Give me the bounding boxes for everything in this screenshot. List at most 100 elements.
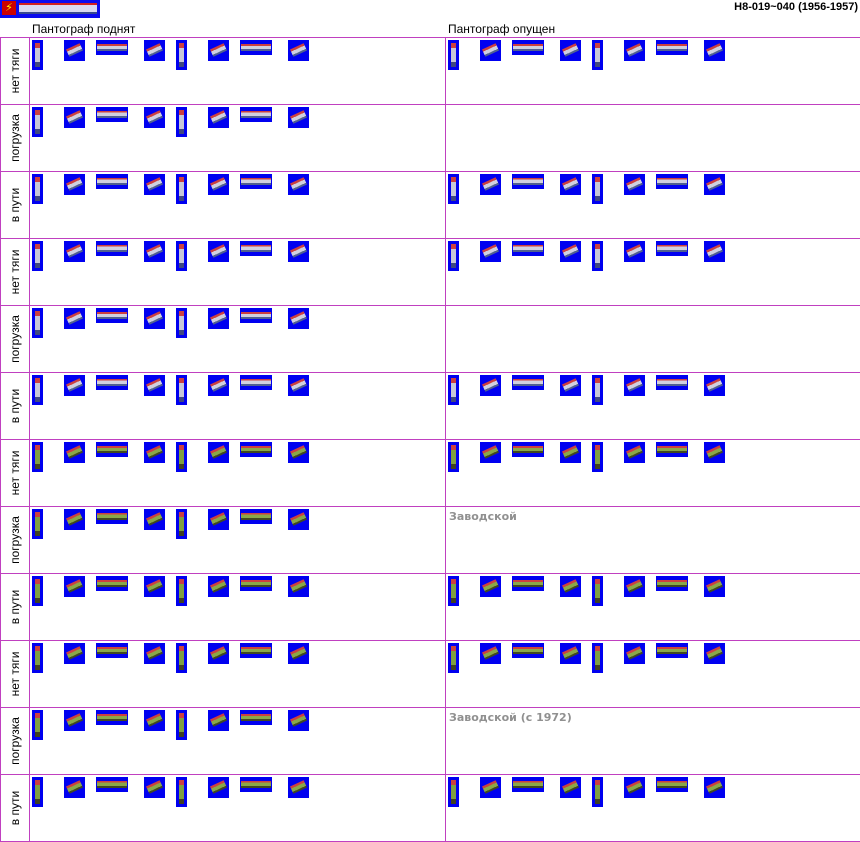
locomotive-sprite-icon xyxy=(96,710,128,725)
locomotive-sprite-icon xyxy=(96,576,128,591)
cell-pantograph-down: Заводской (с 1972) xyxy=(445,707,860,775)
locomotive-sprite-icon xyxy=(176,107,187,137)
table-row: нет тяги xyxy=(0,238,860,306)
locomotive-sprite-icon xyxy=(208,40,229,61)
locomotive-sprite-icon xyxy=(592,241,603,271)
locomotive-sprite-icon xyxy=(96,777,128,792)
locomotive-sprite-icon xyxy=(176,442,187,472)
locomotive-sprite-icon xyxy=(592,40,603,70)
row-label-cell: погрузка xyxy=(0,104,30,172)
row-label: в пути xyxy=(8,187,22,223)
sprite-strip xyxy=(32,643,442,679)
locomotive-sprite-icon xyxy=(208,509,229,530)
table-row: погрузка xyxy=(0,305,860,373)
sprite-strip xyxy=(32,576,442,612)
locomotive-sprite-icon xyxy=(32,308,43,338)
locomotive-sprite-icon xyxy=(560,174,581,195)
locomotive-sprite-icon xyxy=(144,442,165,463)
table-row: в пути xyxy=(0,774,860,842)
cell-pantograph-down xyxy=(445,774,860,842)
locomotive-sprite-icon xyxy=(64,40,85,61)
locomotive-sprite-icon xyxy=(144,174,165,195)
locomotive-sprite-icon xyxy=(560,375,581,396)
locomotive-sprite-icon xyxy=(176,174,187,204)
row-label: нет тяги xyxy=(8,651,22,697)
locomotive-sprite-icon xyxy=(208,442,229,463)
cell-pantograph-up xyxy=(29,305,446,373)
locomotive-sprite-icon xyxy=(32,643,43,673)
locomotive-sprite-icon xyxy=(704,643,725,664)
row-label: погрузка xyxy=(8,315,22,363)
cell-pantograph-up xyxy=(29,37,446,105)
sprite-strip xyxy=(32,40,442,76)
livery-note: Заводской xyxy=(449,510,517,523)
table-row: в пути xyxy=(0,372,860,440)
locomotive-sprite-icon xyxy=(208,174,229,195)
locomotive-sprite-icon xyxy=(624,643,645,664)
cell-pantograph-up xyxy=(29,640,446,708)
locomotive-sprite-icon xyxy=(64,174,85,195)
sprite-strip xyxy=(32,308,442,344)
cell-pantograph-up xyxy=(29,439,446,507)
sprite-strip xyxy=(448,777,858,813)
cell-pantograph-down xyxy=(445,372,860,440)
locomotive-sprite-icon xyxy=(240,777,272,792)
cell-pantograph-down xyxy=(445,171,860,239)
locomotive-sprite-icon xyxy=(592,442,603,472)
locomotive-sprite-icon xyxy=(592,174,603,204)
locomotive-sprite-icon xyxy=(240,375,272,390)
locomotive-sprite-icon xyxy=(288,107,309,128)
locomotive-sprite-icon xyxy=(448,643,459,673)
locomotive-sprite-icon xyxy=(208,643,229,664)
page-title: Н8-019~040 (1956-1957) xyxy=(734,1,858,13)
row-label: погрузка xyxy=(8,114,22,162)
locomotive-sprite-icon xyxy=(240,107,272,122)
locomotive-sprite-icon xyxy=(288,442,309,463)
locomotive-sprite-icon xyxy=(560,40,581,61)
cell-pantograph-down xyxy=(445,305,860,373)
locomotive-sprite-icon xyxy=(592,643,603,673)
locomotive-sprite-icon xyxy=(32,777,43,807)
locomotive-sprite-icon xyxy=(64,442,85,463)
locomotive-sprite-icon xyxy=(624,40,645,61)
locomotive-sprite-icon xyxy=(704,40,725,61)
locomotive-sprite-icon xyxy=(288,308,309,329)
locomotive-sprite-icon xyxy=(64,375,85,396)
locomotive-sprite-icon xyxy=(512,40,544,55)
locomotive-sprite-icon xyxy=(96,174,128,189)
locomotive-sprite-icon xyxy=(512,174,544,189)
locomotive-sprite-icon xyxy=(480,643,501,664)
locomotive-sprite-icon xyxy=(704,375,725,396)
locomotive-sprite-icon xyxy=(560,643,581,664)
sprite-strip xyxy=(32,710,442,746)
locomotive-sprite-icon xyxy=(560,576,581,597)
locomotive-sprite-icon xyxy=(176,710,187,740)
locomotive-sprite-icon xyxy=(448,576,459,606)
locomotive-sprite-icon xyxy=(96,241,128,256)
sprite-strip xyxy=(32,375,442,411)
sprite-strip xyxy=(448,576,858,612)
locomotive-sprite-icon xyxy=(704,241,725,262)
row-label-cell: погрузка xyxy=(0,506,30,574)
cell-pantograph-down xyxy=(445,37,860,105)
sprite-strip xyxy=(448,174,858,210)
locomotive-sprite-icon xyxy=(592,375,603,405)
locomotive-sprite-icon xyxy=(64,710,85,731)
locomotive-sprite-icon xyxy=(240,241,272,256)
sprite-strip xyxy=(32,241,442,277)
locomotive-sprite-icon xyxy=(96,107,128,122)
locomotive-sprite-icon xyxy=(144,107,165,128)
row-label: нет тяги xyxy=(8,48,22,94)
sprite-strip xyxy=(448,375,858,411)
locomotive-sprite-icon xyxy=(64,107,85,128)
locomotive-sprite-icon xyxy=(176,777,187,807)
locomotive-sprite-icon xyxy=(656,643,688,658)
top-bar: ⚡ Н8-019~040 (1956-1957) xyxy=(0,0,860,18)
row-label-cell: нет тяги xyxy=(0,439,30,507)
locomotive-sprite-icon xyxy=(144,40,165,61)
locomotive-sprite-icon xyxy=(144,308,165,329)
locomotive-sprite-icon xyxy=(32,576,43,606)
locomotive-sprite-icon xyxy=(96,375,128,390)
table-row: погрузка Заводской (с 1972) xyxy=(0,707,860,775)
locomotive-sprite-icon xyxy=(480,442,501,463)
